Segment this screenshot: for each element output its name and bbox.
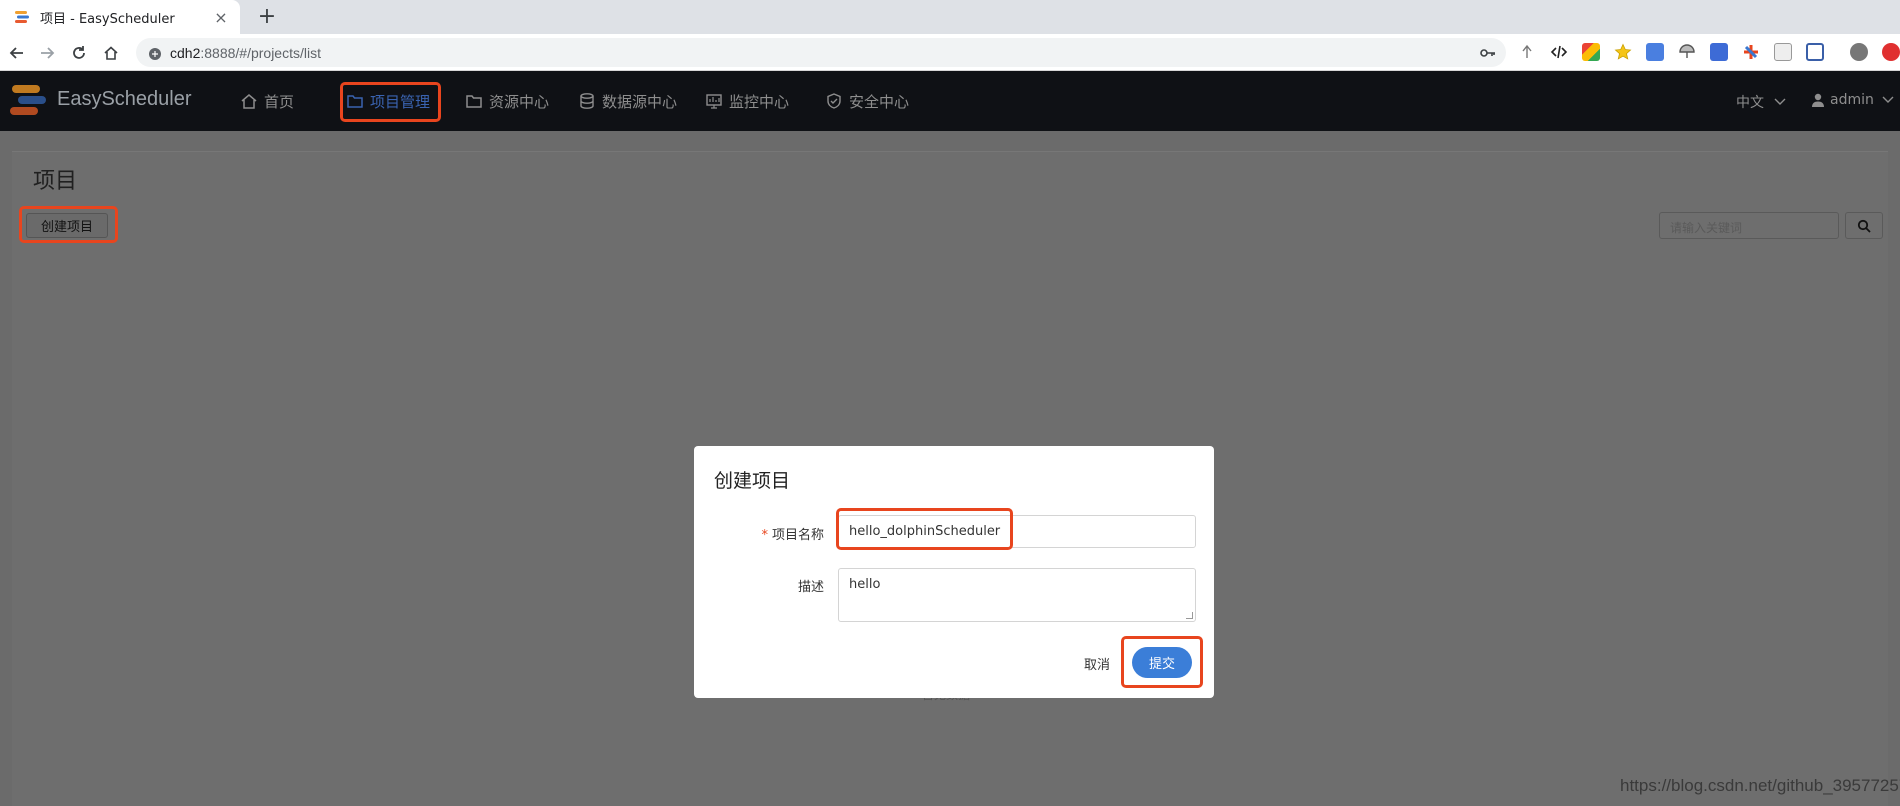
highlight-box-submit [1121, 636, 1203, 688]
nav-resource-label: 资源中心 [489, 92, 550, 111]
reload-icon[interactable] [66, 40, 92, 66]
cancel-button[interactable]: 取消 [1084, 654, 1110, 673]
url-text: cdh2:8888/#/projects/list [170, 44, 321, 61]
description-label: 描述 [797, 580, 824, 595]
star-icon[interactable] [1614, 43, 1632, 61]
browser-tab[interactable]: 项目 - EasyScheduler × [0, 0, 240, 34]
translate-icon[interactable] [1646, 43, 1664, 61]
nav-security-center[interactable]: 安全中心 [825, 71, 909, 131]
brand-name: EasyScheduler [57, 88, 192, 110]
monitor-icon [706, 94, 722, 109]
dialog-title: 创建项目 [714, 470, 791, 492]
forward-icon[interactable] [34, 40, 60, 66]
create-project-dialog: 创建项目 * 项目名称 hello_dolphinScheduler 描述 hel… [694, 446, 1214, 698]
search-button[interactable] [1845, 212, 1883, 239]
bookmark-extension-icon[interactable] [1710, 43, 1728, 61]
tab-title: 项目 - EasyScheduler [40, 11, 175, 27]
nav-home[interactable]: 首页 [240, 71, 294, 131]
shield-icon [827, 93, 841, 109]
site-info-icon[interactable] [148, 46, 162, 60]
language-label: 中文 [1736, 95, 1764, 111]
user-icon [1812, 93, 1824, 107]
nav-resource-center[interactable]: 资源中心 [465, 71, 549, 131]
extension-red-icon[interactable] [1882, 43, 1900, 61]
nav-datasource-center[interactable]: 数据源中心 [578, 71, 677, 131]
app-favicon-icon [14, 9, 30, 25]
code-icon[interactable] [1550, 43, 1568, 61]
nav-security-label: 安全中心 [849, 92, 910, 111]
nav-home-label: 首页 [264, 92, 295, 111]
search-input[interactable]: 请输入关键词 [1659, 212, 1839, 239]
highlight-box-create [19, 206, 118, 243]
logo-icon [8, 83, 48, 119]
project-name-label: * 项目名称 [761, 528, 824, 543]
nav-datasource-label: 数据源中心 [602, 92, 678, 111]
nav-monitor-center[interactable]: 监控中心 [705, 71, 789, 131]
chevron-down-icon [1774, 98, 1786, 105]
app-header: EasyScheduler 首页 项目管理 资源中心 数据源中心 监控中心 安全… [0, 71, 1900, 131]
extension-icon[interactable] [1518, 43, 1536, 61]
user-menu[interactable]: admin [1812, 92, 1894, 108]
profile-avatar-icon[interactable] [1850, 43, 1868, 61]
window-icon[interactable] [1806, 43, 1824, 61]
home-page-icon[interactable] [98, 40, 124, 66]
chevron-down-icon [1882, 96, 1894, 103]
address-bar[interactable]: cdh2:8888/#/projects/list [136, 38, 1506, 67]
password-key-icon[interactable] [1480, 45, 1496, 64]
umbrella-icon[interactable] [1678, 43, 1696, 61]
color-extension-icon[interactable] [1582, 43, 1600, 61]
page-title: 项目 [33, 169, 78, 194]
required-mark: * [761, 528, 768, 543]
highlight-box-nav [340, 82, 441, 122]
search-icon [1857, 219, 1871, 233]
database-icon [580, 93, 594, 109]
tab-close-icon[interactable]: × [212, 8, 230, 27]
username: admin [1830, 92, 1874, 108]
back-icon[interactable] [4, 40, 30, 66]
browser-toolbar: cdh2:8888/#/projects/list [0, 34, 1900, 71]
resize-handle-icon[interactable] [1186, 612, 1193, 619]
description-textarea[interactable]: hello [838, 568, 1196, 622]
language-switcher[interactable]: 中文 [1736, 92, 1786, 112]
highlight-box-name [836, 508, 1013, 550]
new-tab-button[interactable]: + [254, 4, 280, 30]
browser-tab-strip: 项目 - EasyScheduler × + [0, 0, 1900, 34]
description-value: hello [849, 577, 881, 592]
pinwheel-icon[interactable] [1742, 43, 1760, 61]
clipboard-icon[interactable] [1774, 43, 1792, 61]
home-icon [241, 94, 257, 109]
folder-icon [466, 95, 482, 108]
nav-monitor-label: 监控中心 [729, 92, 790, 111]
watermark-text: https://blog.csdn.net/github_39577257 [1620, 776, 1900, 795]
